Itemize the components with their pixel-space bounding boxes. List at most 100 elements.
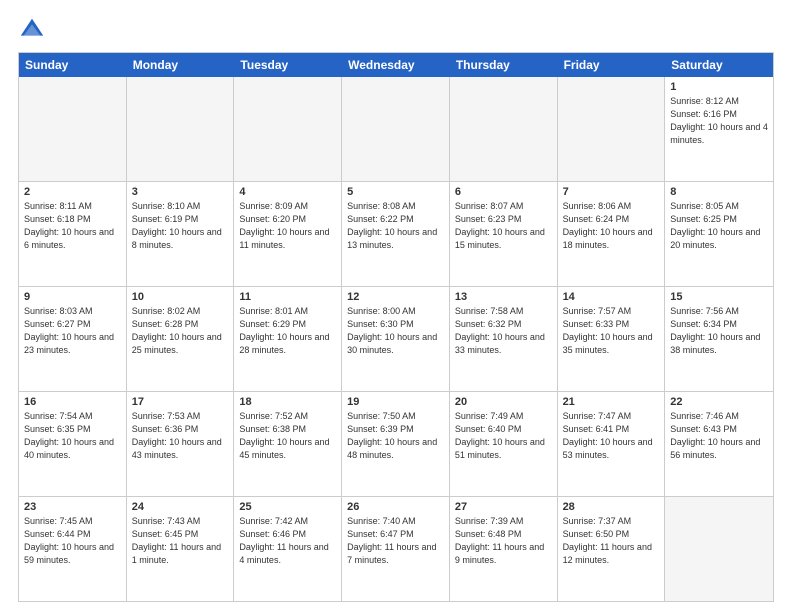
day-number: 3 bbox=[132, 186, 229, 198]
day-number: 21 bbox=[563, 396, 660, 408]
calendar-cell: 28Sunrise: 7:37 AM Sunset: 6:50 PM Dayli… bbox=[558, 497, 666, 601]
day-number: 9 bbox=[24, 291, 121, 303]
calendar-cell: 10 Sunrise: 8:02 AM Sunset: 6:28 PM Dayli… bbox=[127, 287, 235, 391]
day-number: 13 bbox=[455, 291, 552, 303]
header-cell-thursday: Thursday bbox=[450, 53, 558, 77]
day-info: Sunrise: 7:37 AM Sunset: 6:50 PM Dayligh… bbox=[563, 515, 660, 567]
day-number: 24 bbox=[132, 501, 229, 513]
calendar-cell bbox=[19, 77, 127, 181]
day-info: Sunrise: 7:57 AM Sunset: 6:33 PM Dayligh… bbox=[563, 305, 660, 357]
day-info: Sunrise: 7:54 AM Sunset: 6:35 PM Dayligh… bbox=[24, 410, 121, 462]
calendar-cell bbox=[450, 77, 558, 181]
calendar-cell: 9 Sunrise: 8:03 AM Sunset: 6:27 PM Daylig… bbox=[19, 287, 127, 391]
day-info: Sunrise: 7:47 AM Sunset: 6:41 PM Dayligh… bbox=[563, 410, 660, 462]
day-info: Sunrise: 8:01 AM Sunset: 6:29 PM Dayligh… bbox=[239, 305, 336, 357]
calendar-cell: 27Sunrise: 7:39 AM Sunset: 6:48 PM Dayli… bbox=[450, 497, 558, 601]
day-info: Sunrise: 7:50 AM Sunset: 6:39 PM Dayligh… bbox=[347, 410, 444, 462]
day-info: Sunrise: 8:03 AM Sunset: 6:27 PM Dayligh… bbox=[24, 305, 121, 357]
day-info: Sunrise: 8:12 AM Sunset: 6:16 PM Dayligh… bbox=[670, 95, 768, 147]
calendar-cell: 22 Sunrise: 7:46 AM Sunset: 6:43 PM Dayli… bbox=[665, 392, 773, 496]
day-info: Sunrise: 8:06 AM Sunset: 6:24 PM Dayligh… bbox=[563, 200, 660, 252]
day-number: 22 bbox=[670, 396, 768, 408]
calendar-cell bbox=[127, 77, 235, 181]
day-info: Sunrise: 7:39 AM Sunset: 6:48 PM Dayligh… bbox=[455, 515, 552, 567]
calendar-cell: 11 Sunrise: 8:01 AM Sunset: 6:29 PM Dayli… bbox=[234, 287, 342, 391]
header-cell-sunday: Sunday bbox=[19, 53, 127, 77]
day-number: 12 bbox=[347, 291, 444, 303]
day-number: 4 bbox=[239, 186, 336, 198]
day-number: 23 bbox=[24, 501, 121, 513]
day-number: 16 bbox=[24, 396, 121, 408]
day-info: Sunrise: 8:09 AM Sunset: 6:20 PM Dayligh… bbox=[239, 200, 336, 252]
day-number: 1 bbox=[670, 81, 768, 93]
day-info: Sunrise: 8:02 AM Sunset: 6:28 PM Dayligh… bbox=[132, 305, 229, 357]
day-number: 25 bbox=[239, 501, 336, 513]
calendar-cell: 5 Sunrise: 8:08 AM Sunset: 6:22 PM Daylig… bbox=[342, 182, 450, 286]
day-info: Sunrise: 7:49 AM Sunset: 6:40 PM Dayligh… bbox=[455, 410, 552, 462]
calendar-cell bbox=[665, 497, 773, 601]
day-info: Sunrise: 8:07 AM Sunset: 6:23 PM Dayligh… bbox=[455, 200, 552, 252]
calendar-cell: 23 Sunrise: 7:45 AM Sunset: 6:44 PM Dayli… bbox=[19, 497, 127, 601]
day-number: 14 bbox=[563, 291, 660, 303]
header-cell-wednesday: Wednesday bbox=[342, 53, 450, 77]
day-info: Sunrise: 7:45 AM Sunset: 6:44 PM Dayligh… bbox=[24, 515, 121, 567]
day-number: 10 bbox=[132, 291, 229, 303]
logo-icon bbox=[18, 16, 46, 44]
calendar-cell: 1 Sunrise: 8:12 AM Sunset: 6:16 PM Daylig… bbox=[665, 77, 773, 181]
day-number: 11 bbox=[239, 291, 336, 303]
calendar-cell: 26Sunrise: 7:40 AM Sunset: 6:47 PM Dayli… bbox=[342, 497, 450, 601]
day-number: 2 bbox=[24, 186, 121, 198]
header bbox=[18, 16, 774, 44]
calendar-body: 1 Sunrise: 8:12 AM Sunset: 6:16 PM Daylig… bbox=[19, 77, 773, 601]
calendar-cell: 20 Sunrise: 7:49 AM Sunset: 6:40 PM Dayli… bbox=[450, 392, 558, 496]
calendar-cell bbox=[234, 77, 342, 181]
header-cell-tuesday: Tuesday bbox=[234, 53, 342, 77]
calendar-cell: 3Sunrise: 8:10 AM Sunset: 6:19 PM Daylig… bbox=[127, 182, 235, 286]
day-info: Sunrise: 7:56 AM Sunset: 6:34 PM Dayligh… bbox=[670, 305, 768, 357]
calendar-cell: 12 Sunrise: 8:00 AM Sunset: 6:30 PM Dayli… bbox=[342, 287, 450, 391]
logo bbox=[18, 16, 50, 44]
calendar-cell bbox=[558, 77, 666, 181]
calendar-row: 1 Sunrise: 8:12 AM Sunset: 6:16 PM Daylig… bbox=[19, 77, 773, 182]
calendar-cell: 2 Sunrise: 8:11 AM Sunset: 6:18 PM Daylig… bbox=[19, 182, 127, 286]
day-info: Sunrise: 8:05 AM Sunset: 6:25 PM Dayligh… bbox=[670, 200, 768, 252]
calendar-cell bbox=[342, 77, 450, 181]
day-info: Sunrise: 7:43 AM Sunset: 6:45 PM Dayligh… bbox=[132, 515, 229, 567]
day-info: Sunrise: 8:08 AM Sunset: 6:22 PM Dayligh… bbox=[347, 200, 444, 252]
day-info: Sunrise: 8:00 AM Sunset: 6:30 PM Dayligh… bbox=[347, 305, 444, 357]
calendar-cell: 13 Sunrise: 7:58 AM Sunset: 6:32 PM Dayli… bbox=[450, 287, 558, 391]
day-number: 7 bbox=[563, 186, 660, 198]
calendar-cell: 21 Sunrise: 7:47 AM Sunset: 6:41 PM Dayli… bbox=[558, 392, 666, 496]
calendar-cell: 4 Sunrise: 8:09 AM Sunset: 6:20 PM Daylig… bbox=[234, 182, 342, 286]
day-number: 18 bbox=[239, 396, 336, 408]
day-info: Sunrise: 7:53 AM Sunset: 6:36 PM Dayligh… bbox=[132, 410, 229, 462]
calendar-header: SundayMondayTuesdayWednesdayThursdayFrid… bbox=[19, 53, 773, 77]
day-info: Sunrise: 7:58 AM Sunset: 6:32 PM Dayligh… bbox=[455, 305, 552, 357]
calendar-cell: 19 Sunrise: 7:50 AM Sunset: 6:39 PM Dayli… bbox=[342, 392, 450, 496]
calendar-cell: 25 Sunrise: 7:42 AM Sunset: 6:46 PM Dayli… bbox=[234, 497, 342, 601]
calendar-cell: 8Sunrise: 8:05 AM Sunset: 6:25 PM Daylig… bbox=[665, 182, 773, 286]
day-number: 26 bbox=[347, 501, 444, 513]
calendar-row: 23 Sunrise: 7:45 AM Sunset: 6:44 PM Dayli… bbox=[19, 497, 773, 601]
calendar-cell: 16 Sunrise: 7:54 AM Sunset: 6:35 PM Dayli… bbox=[19, 392, 127, 496]
day-number: 17 bbox=[132, 396, 229, 408]
calendar-cell: 15Sunrise: 7:56 AM Sunset: 6:34 PM Dayli… bbox=[665, 287, 773, 391]
calendar-cell: 6 Sunrise: 8:07 AM Sunset: 6:23 PM Daylig… bbox=[450, 182, 558, 286]
day-number: 20 bbox=[455, 396, 552, 408]
calendar-cell: 18 Sunrise: 7:52 AM Sunset: 6:38 PM Dayli… bbox=[234, 392, 342, 496]
calendar-row: 2 Sunrise: 8:11 AM Sunset: 6:18 PM Daylig… bbox=[19, 182, 773, 287]
day-info: Sunrise: 8:11 AM Sunset: 6:18 PM Dayligh… bbox=[24, 200, 121, 252]
page: SundayMondayTuesdayWednesdayThursdayFrid… bbox=[0, 0, 792, 612]
day-info: Sunrise: 7:46 AM Sunset: 6:43 PM Dayligh… bbox=[670, 410, 768, 462]
day-number: 6 bbox=[455, 186, 552, 198]
header-cell-monday: Monday bbox=[127, 53, 235, 77]
calendar-cell: 17 Sunrise: 7:53 AM Sunset: 6:36 PM Dayli… bbox=[127, 392, 235, 496]
day-number: 19 bbox=[347, 396, 444, 408]
day-info: Sunrise: 7:52 AM Sunset: 6:38 PM Dayligh… bbox=[239, 410, 336, 462]
header-cell-friday: Friday bbox=[558, 53, 666, 77]
calendar: SundayMondayTuesdayWednesdayThursdayFrid… bbox=[18, 52, 774, 602]
day-info: Sunrise: 7:42 AM Sunset: 6:46 PM Dayligh… bbox=[239, 515, 336, 567]
calendar-cell: 24 Sunrise: 7:43 AM Sunset: 6:45 PM Dayli… bbox=[127, 497, 235, 601]
calendar-cell: 7 Sunrise: 8:06 AM Sunset: 6:24 PM Daylig… bbox=[558, 182, 666, 286]
day-number: 5 bbox=[347, 186, 444, 198]
